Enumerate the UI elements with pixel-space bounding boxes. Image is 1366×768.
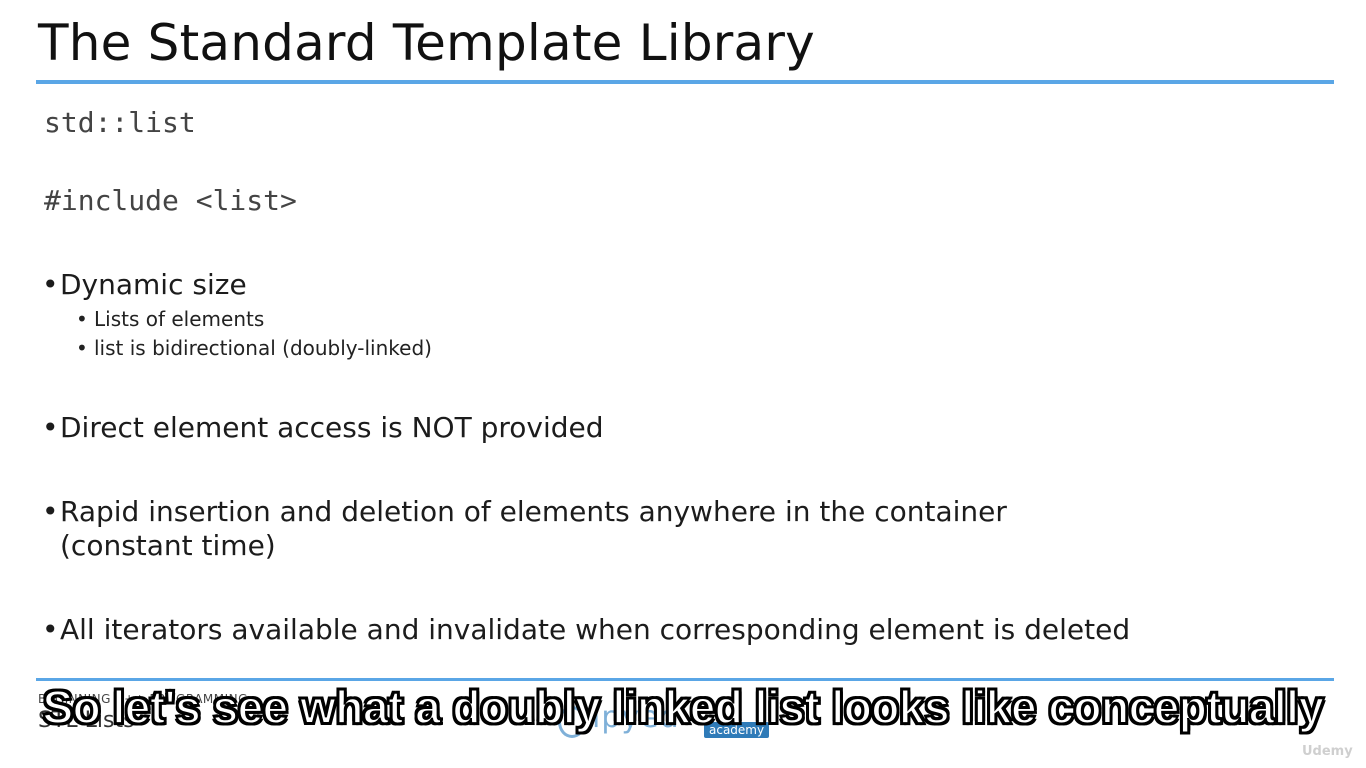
bullet-text: Direct element access is NOT provided bbox=[60, 411, 604, 444]
bullet-text: All iterators available and invalidate w… bbox=[60, 613, 1131, 646]
sub-bullet-bidirectional: • list is bidirectional (doubly-linked) bbox=[76, 336, 432, 360]
video-caption: So let's see what a doubly linked list l… bbox=[41, 680, 1325, 734]
slide-title: The Standard Template Library bbox=[38, 14, 815, 72]
sub-bullet-text: Lists of elements bbox=[94, 307, 265, 331]
bullet-glyph: • bbox=[42, 268, 59, 301]
sub-bullet-text: list is bidirectional (doubly-linked) bbox=[94, 336, 432, 360]
bullet-dynamic-size: •Dynamic size bbox=[42, 268, 247, 302]
bullet-iterators: •All iterators available and invalidate … bbox=[42, 613, 1130, 647]
code-line-class: std::list bbox=[44, 106, 196, 139]
bullet-text: Dynamic size bbox=[60, 268, 247, 301]
bullet-glyph: • bbox=[76, 336, 88, 360]
bullet-text: Rapid insertion and deletion of elements… bbox=[60, 495, 1007, 528]
bullet-glyph: • bbox=[42, 495, 59, 528]
bullet-glyph: • bbox=[42, 613, 59, 646]
sub-bullet-lists-of-elements: • Lists of elements bbox=[76, 307, 264, 331]
bullet-continuation: (constant time) bbox=[60, 529, 276, 562]
bullet-direct-access: •Direct element access is NOT provided bbox=[42, 411, 604, 445]
bullet-glyph: • bbox=[42, 411, 59, 444]
code-line-include: #include <list> bbox=[44, 184, 297, 217]
title-divider bbox=[36, 80, 1334, 84]
bullet-glyph: • bbox=[76, 307, 88, 331]
bullet-rapid-insertion: •Rapid insertion and deletion of element… bbox=[42, 495, 1007, 563]
udemy-watermark: Udemy bbox=[1302, 744, 1353, 759]
